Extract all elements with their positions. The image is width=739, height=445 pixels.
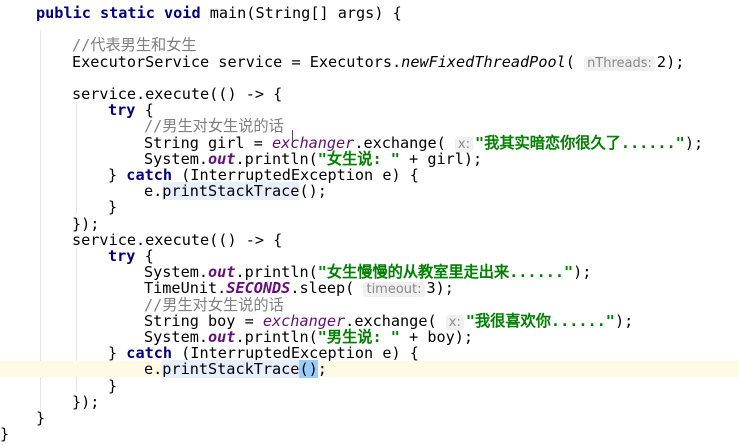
- code-line[interactable]: try {: [0, 102, 739, 118]
- code-line[interactable]: }: [0, 378, 739, 394]
- code-line[interactable]: e.printStackTrace();: [0, 182, 739, 201]
- code-token: main(String[] args) {: [200, 4, 402, 22]
- code-line[interactable]: System.out.println("女生慢慢的从教室里走出来......")…: [0, 264, 739, 280]
- code-token: 3);: [426, 279, 454, 298]
- code-token: }: [108, 166, 127, 184]
- code-token: (: [565, 52, 585, 71]
- code-token: service.execute(() -> {: [72, 230, 283, 249]
- text-cursor-icon: [292, 130, 293, 142]
- code-token: ): [308, 360, 318, 379]
- code-token: public static void: [36, 4, 201, 22]
- code-token: e.: [144, 182, 163, 201]
- code-line[interactable]: String girl = exchanger.exchange( x: "我其实…: [0, 133, 739, 152]
- code-line[interactable]: System.out.println("女生说: " + girl);: [0, 151, 739, 167]
- code-line[interactable]: }: [0, 410, 739, 426]
- code-token: try: [108, 101, 136, 120]
- code-line[interactable]: [0, 21, 739, 37]
- code-line[interactable]: }: [0, 426, 739, 442]
- code-token: });: [72, 392, 100, 411]
- code-line[interactable]: try {: [0, 248, 739, 264]
- parameter-hint: timeout:: [363, 282, 425, 298]
- code-line[interactable]: } catch (InterruptedException e) {: [0, 345, 739, 361]
- code-token: ExecutorService service = Executors.: [72, 52, 402, 71]
- code-line[interactable]: });: [0, 394, 739, 410]
- code-line[interactable]: String boy = exchanger.exchange( x: "我很喜欢…: [0, 311, 739, 330]
- code-token: 2);: [656, 52, 685, 71]
- code-line[interactable]: //男生对女生说的话: [0, 297, 739, 313]
- code-token: e.: [144, 360, 163, 379]
- code-token: "我其实暗恋你很久了......": [474, 133, 685, 152]
- code-line[interactable]: service.execute(() -> {: [0, 86, 739, 102]
- code-line[interactable]: TimeUnit.SECONDS.sleep( timeout: 3);: [0, 279, 739, 298]
- code-editor[interactable]: public static void main(String[] args) {…: [0, 0, 739, 445]
- code-token: }: [108, 344, 127, 363]
- code-token: }: [36, 409, 46, 427]
- code-line[interactable]: //代表男生和女生: [0, 37, 739, 53]
- code-token: ();: [299, 182, 327, 201]
- code-token: "我很喜欢你......": [465, 311, 615, 330]
- code-token: );: [573, 263, 592, 282]
- code-token: );: [614, 311, 634, 330]
- code-token: .sleep(: [290, 279, 364, 298]
- code-token: );: [684, 133, 704, 152]
- code-token: }: [108, 198, 118, 217]
- code-line[interactable]: System.out.println("男生说: " + boy);: [0, 329, 739, 345]
- code-token: printStackTrace: [162, 360, 300, 379]
- code-line[interactable]: //男生对女生说的话: [0, 118, 739, 134]
- code-line[interactable]: public static void main(String[] args) {: [0, 5, 739, 21]
- code-token: }: [0, 425, 10, 444]
- code-token: (: [299, 360, 309, 379]
- code-line[interactable]: }: [0, 199, 739, 215]
- code-token: try: [108, 247, 136, 265]
- code-token: service.execute(() -> {: [72, 85, 283, 103]
- code-token: printStackTrace: [162, 182, 300, 201]
- code-line[interactable]: } catch (InterruptedException e) {: [0, 167, 739, 183]
- code-line[interactable]: e.printStackTrace();: [0, 360, 739, 379]
- code-token: ;: [317, 360, 327, 379]
- code-token: newFixedThreadPool: [401, 52, 566, 71]
- code-line[interactable]: });: [0, 216, 739, 232]
- code-line[interactable]: [0, 70, 739, 86]
- parameter-hint: nThreads:: [584, 55, 655, 71]
- code-token: }: [108, 376, 118, 395]
- code-line[interactable]: service.execute(() -> {: [0, 232, 739, 248]
- code-line[interactable]: ExecutorService service = Executors.newF…: [0, 52, 739, 71]
